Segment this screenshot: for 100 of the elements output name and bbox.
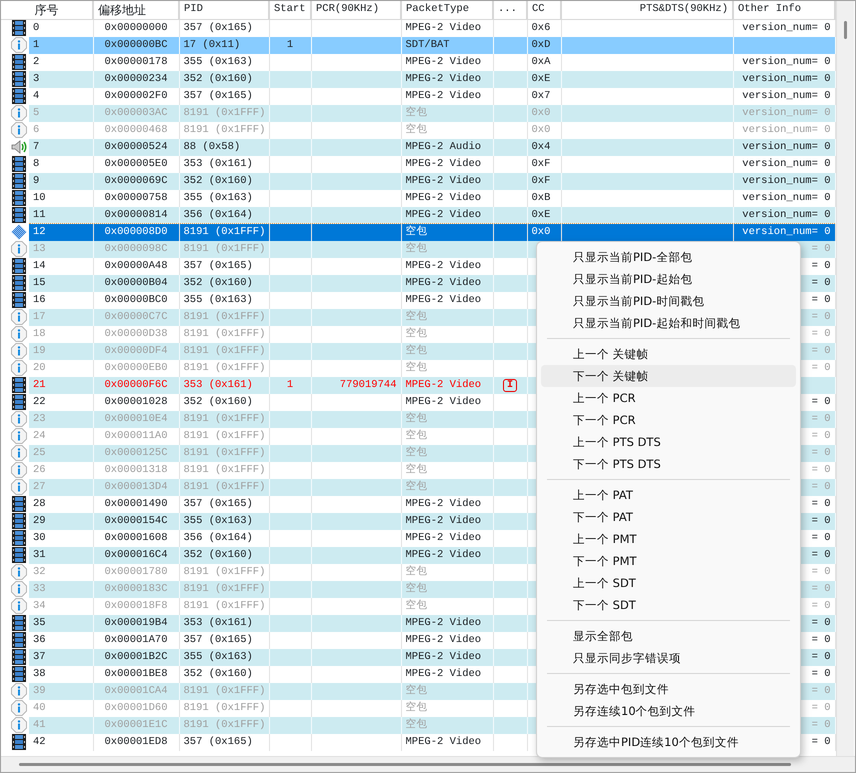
table-cell: version_num= 0 — [733, 206, 835, 224]
table-cell: 8191 (0x1FFF) — [179, 240, 269, 258]
table-cell: 352 (0x160) — [179, 172, 269, 190]
table-cell: MPEG-2 Video — [401, 614, 493, 632]
table-cell: 35 — [29, 614, 93, 632]
table-cell: 空包 — [401, 410, 493, 428]
table-cell: 11 — [29, 206, 93, 224]
column-header[interactable]: CC — [527, 1, 561, 20]
horizontal-scrollbar[interactable] — [1, 756, 855, 772]
table-cell: 8191 (0x1FFF) — [179, 444, 269, 462]
table-cell: 0x00000B04 — [93, 274, 179, 292]
column-header[interactable]: 偏移地址 — [93, 1, 179, 20]
table-cell: 42 — [29, 734, 93, 750]
table-cell: 0x0 — [527, 224, 561, 240]
table-cell: 8191 (0x1FFF) — [179, 104, 269, 122]
table-cell: SDT/BAT — [401, 36, 493, 54]
table-cell: MPEG-2 Video — [401, 376, 493, 394]
table-cell: 0x0000069C — [93, 172, 179, 190]
table-cell: 0x000019B4 — [93, 614, 179, 632]
table-cell: 0x000013D4 — [93, 478, 179, 496]
column-header[interactable]: PID — [179, 1, 269, 20]
scroll-thumb[interactable] — [19, 763, 791, 766]
vertical-scrollbar[interactable] — [836, 1, 854, 756]
table-cell: 7 — [29, 138, 93, 156]
table-cell: 352 (0x160) — [179, 70, 269, 88]
table-cell: version_num= 0 — [733, 172, 835, 190]
table-cell: version_num= 0 — [733, 70, 835, 88]
table-cell: MPEG-2 Video — [401, 70, 493, 88]
table-cell: 779019744 — [311, 376, 401, 394]
table-cell: 0x0000098C — [93, 240, 179, 258]
table-cell: 39 — [29, 682, 93, 700]
table-cell: 0x000000BC — [93, 36, 179, 54]
table-cell: 0x00000814 — [93, 206, 179, 224]
table-cell: 15 — [29, 274, 93, 292]
table-cell: version_num= 0 — [733, 104, 835, 122]
table-cell: MPEG-2 Audio — [401, 138, 493, 156]
table-cell: 0x0000183C — [93, 580, 179, 598]
table-cell: 357 (0x165) — [179, 734, 269, 750]
menu-item[interactable]: 下一个 关键帧 — [541, 365, 796, 387]
table-cell: MPEG-2 Video — [401, 206, 493, 224]
table-cell: 空包 — [401, 308, 493, 326]
table-cell: 0xF — [527, 172, 561, 190]
column-header[interactable]: PTS&DTS(90KHz) — [561, 1, 733, 20]
table-cell: 17 (0x11) — [179, 36, 269, 54]
table-cell: 8191 (0x1FFF) — [179, 478, 269, 496]
table-cell: 0x0 — [527, 104, 561, 122]
table-cell: 353 (0x161) — [179, 614, 269, 632]
table-cell: 33 — [29, 580, 93, 598]
column-header[interactable]: 序号 — [1, 1, 93, 20]
table-cell: 空包 — [401, 478, 493, 496]
table-cell: 0xE — [527, 206, 561, 224]
table-cell: 23 — [29, 410, 93, 428]
table-cell: MPEG-2 Video — [401, 274, 493, 292]
table-cell: 1 — [269, 36, 311, 54]
table-cell: 空包 — [401, 716, 493, 734]
table-cell: 0xD — [527, 36, 561, 54]
table-cell: 0x00000234 — [93, 70, 179, 88]
column-header[interactable]: Start — [269, 1, 311, 20]
table-cell: 19 — [29, 342, 93, 360]
table-cell: 17 — [29, 308, 93, 326]
table-cell: 0x00000524 — [93, 138, 179, 156]
table-cell: 0x00001E1C — [93, 716, 179, 734]
table-cell: 0x0000125C — [93, 444, 179, 462]
table-cell: MPEG-2 Video — [401, 734, 493, 750]
table-cell: 0x00001CA4 — [93, 682, 179, 700]
table-cell: 31 — [29, 546, 93, 564]
table-cell: 355 (0x163) — [179, 648, 269, 666]
table-cell: 0x00000DF4 — [93, 342, 179, 360]
table-cell: 0x000010E4 — [93, 410, 179, 428]
table-cell: 0x00001ED8 — [93, 734, 179, 750]
table-cell: MPEG-2 Video — [401, 512, 493, 530]
table-cell: version_num= 0 — [733, 138, 835, 156]
table-cell: 0x000016C4 — [93, 546, 179, 564]
table-cell: 0x000003AC — [93, 104, 179, 122]
table-cell: 12 — [29, 224, 93, 240]
table-cell: 37 — [29, 648, 93, 666]
table-cell: 1 — [269, 376, 311, 394]
table-cell: 8191 (0x1FFF) — [179, 342, 269, 360]
table-cell: 空包 — [401, 240, 493, 258]
column-header[interactable]: Other Info — [733, 1, 835, 20]
scroll-thumb[interactable] — [844, 21, 847, 39]
table-cell: 355 (0x163) — [179, 512, 269, 530]
table-cell: 27 — [29, 478, 93, 496]
table-cell: 5 — [29, 104, 93, 122]
table-cell: 8191 (0x1FFF) — [179, 410, 269, 428]
column-header[interactable]: PCR(90KHz) — [311, 1, 401, 20]
table-cell: 1 — [29, 36, 93, 54]
column-header[interactable]: PacketType — [401, 1, 493, 20]
table-cell: 0x4 — [527, 138, 561, 156]
table-cell: 空包 — [401, 444, 493, 462]
table-cell: version_num= 0 — [733, 224, 835, 240]
table-cell: MPEG-2 Video — [401, 546, 493, 564]
table-cell: 356 (0x164) — [179, 206, 269, 224]
table-cell: 13 — [29, 240, 93, 258]
table-cell: 352 (0x160) — [179, 546, 269, 564]
table-cell: 88 (0x58) — [179, 138, 269, 156]
table-cell: 3 — [29, 70, 93, 88]
table-cell: 空包 — [401, 682, 493, 700]
table-cell: 8191 (0x1FFF) — [179, 224, 269, 240]
column-header[interactable]: ... — [493, 1, 527, 20]
